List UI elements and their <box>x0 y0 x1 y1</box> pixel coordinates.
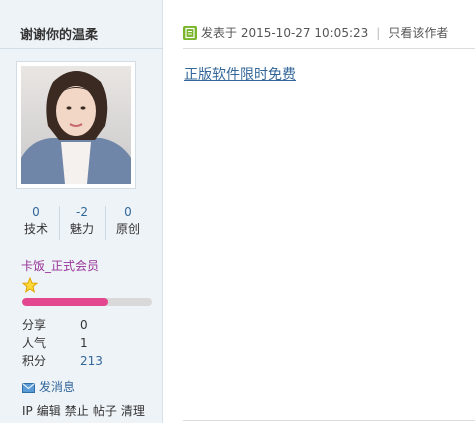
detail-value: 0 <box>80 318 88 332</box>
only-author-link[interactable]: 只看该作者 <box>388 26 448 40</box>
stat-label: 魅力 <box>69 222 94 236</box>
user-stats: 0 技术 -2 魅力 0 原创 <box>14 204 148 240</box>
post-header: 发表于 2015-10-27 10:05:23 | 只看该作者 <box>183 24 448 41</box>
rank-progress-fill <box>22 298 108 306</box>
detail-popularity: 人气 1 <box>22 334 88 351</box>
rank-progress-bar <box>22 298 152 306</box>
send-message-label: 发消息 <box>39 380 76 394</box>
detail-value[interactable]: 213 <box>80 354 103 368</box>
detail-points: 积分 213 <box>22 352 103 369</box>
stat-charm[interactable]: -2 魅力 <box>60 204 104 238</box>
stat-value: -2 <box>76 205 88 219</box>
stat-label: 技术 <box>23 222 48 236</box>
detail-share: 分享 0 <box>22 316 88 333</box>
detail-value: 1 <box>80 336 88 350</box>
stat-label: 原创 <box>115 222 140 236</box>
admin-link-ip[interactable]: IP <box>22 404 33 418</box>
document-icon <box>185 27 195 39</box>
envelope-icon <box>22 383 35 393</box>
admin-links: IP 编辑 禁止 帖子 清理 <box>22 402 149 419</box>
stat-original[interactable]: 0 原创 <box>106 204 150 238</box>
stat-tech[interactable]: 0 技术 <box>14 204 58 238</box>
author-name[interactable]: 谢谢你的温柔 <box>20 24 98 43</box>
header-separator: | <box>376 26 381 40</box>
post-content: 发表于 2015-10-27 10:05:23 | 只看该作者 正版软件限时免费 <box>163 0 475 423</box>
admin-link-posts[interactable]: 帖子 <box>93 404 117 418</box>
user-rank[interactable]: 卡饭_正式会员 <box>21 257 99 274</box>
divider <box>183 420 475 421</box>
avatar[interactable] <box>16 61 136 189</box>
avatar-image <box>21 66 131 184</box>
author-sidebar: 谢谢你的温柔 0 技术 -2 魅力 0 原创 卡饭_正式会员 分享 0 人气 1… <box>0 0 163 423</box>
detail-key: 分享 <box>22 318 47 332</box>
post-icon <box>183 26 197 40</box>
star-icon <box>22 277 38 293</box>
detail-key: 积分 <box>22 354 47 368</box>
post-timestamp: 发表于 2015-10-27 10:05:23 <box>201 26 369 40</box>
detail-key: 人气 <box>22 336 47 350</box>
admin-link-edit[interactable]: 编辑 <box>37 404 61 418</box>
post-body-link[interactable]: 正版软件限时免费 <box>184 64 296 84</box>
admin-link-ban[interactable]: 禁止 <box>65 404 89 418</box>
admin-link-clean[interactable]: 清理 <box>121 404 145 418</box>
stat-value: 0 <box>32 205 40 219</box>
stat-value: 0 <box>124 205 132 219</box>
divider <box>0 48 163 49</box>
divider <box>183 48 475 49</box>
send-message-link[interactable]: 发消息 <box>22 378 75 395</box>
